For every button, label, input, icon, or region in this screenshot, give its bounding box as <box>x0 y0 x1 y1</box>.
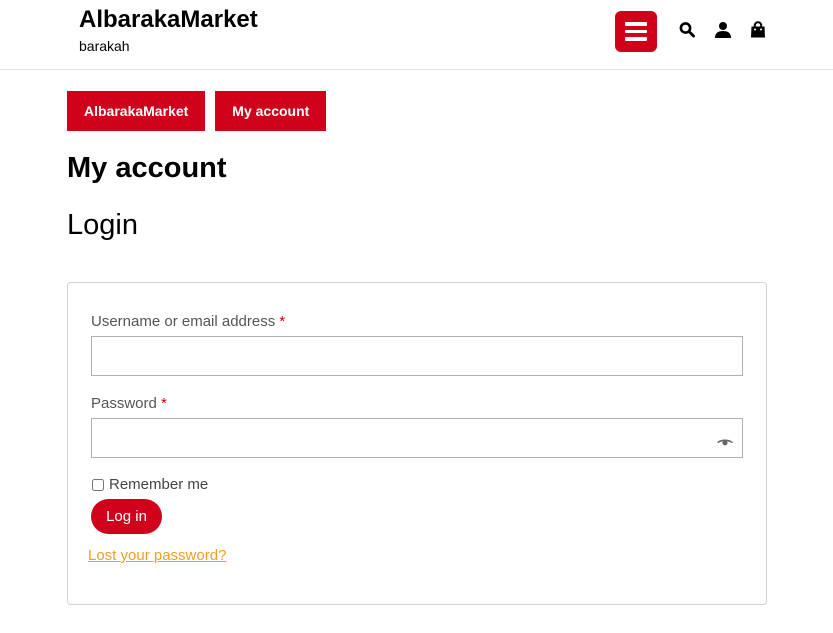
log-in-button[interactable]: Log in <box>91 499 162 534</box>
menu-button[interactable] <box>615 11 657 52</box>
username-label: Username or email address * <box>91 313 285 331</box>
breadcrumb-my-account[interactable]: My account <box>215 91 327 131</box>
password-input[interactable] <box>91 418 743 458</box>
shopping-bag-icon[interactable] <box>750 21 768 41</box>
username-label-text: Username or email address <box>91 313 276 330</box>
page-title: My account <box>67 152 227 184</box>
breadcrumb-home[interactable]: AlbarakaMarket <box>67 91 206 131</box>
username-input[interactable] <box>91 336 743 376</box>
menu-icon-bar <box>625 22 647 26</box>
breadcrumb: AlbarakaMarket My account <box>67 91 327 131</box>
site-header: AlbarakaMarket barakah <box>0 0 833 70</box>
search-icon[interactable] <box>679 21 697 41</box>
show-password-eye-icon[interactable] <box>716 435 734 449</box>
site-title[interactable]: AlbarakaMarket <box>79 5 258 35</box>
lost-password-link[interactable]: Lost your password? <box>88 547 226 564</box>
login-form: Username or email address * Password * R… <box>67 282 767 605</box>
menu-icon-bar <box>625 29 647 34</box>
menu-icon-bar <box>625 37 647 41</box>
remember-me-label: Remember me <box>109 476 209 493</box>
remember-me-checkbox[interactable] <box>92 478 104 491</box>
required-marker: * <box>161 395 167 412</box>
password-label: Password * <box>91 395 167 413</box>
user-icon[interactable] <box>714 21 732 41</box>
required-marker: * <box>279 313 286 330</box>
password-label-text: Password <box>91 395 157 412</box>
login-heading: Login <box>67 209 138 241</box>
remember-me[interactable]: Remember me <box>91 476 208 493</box>
site-tagline: barakah <box>79 38 130 54</box>
